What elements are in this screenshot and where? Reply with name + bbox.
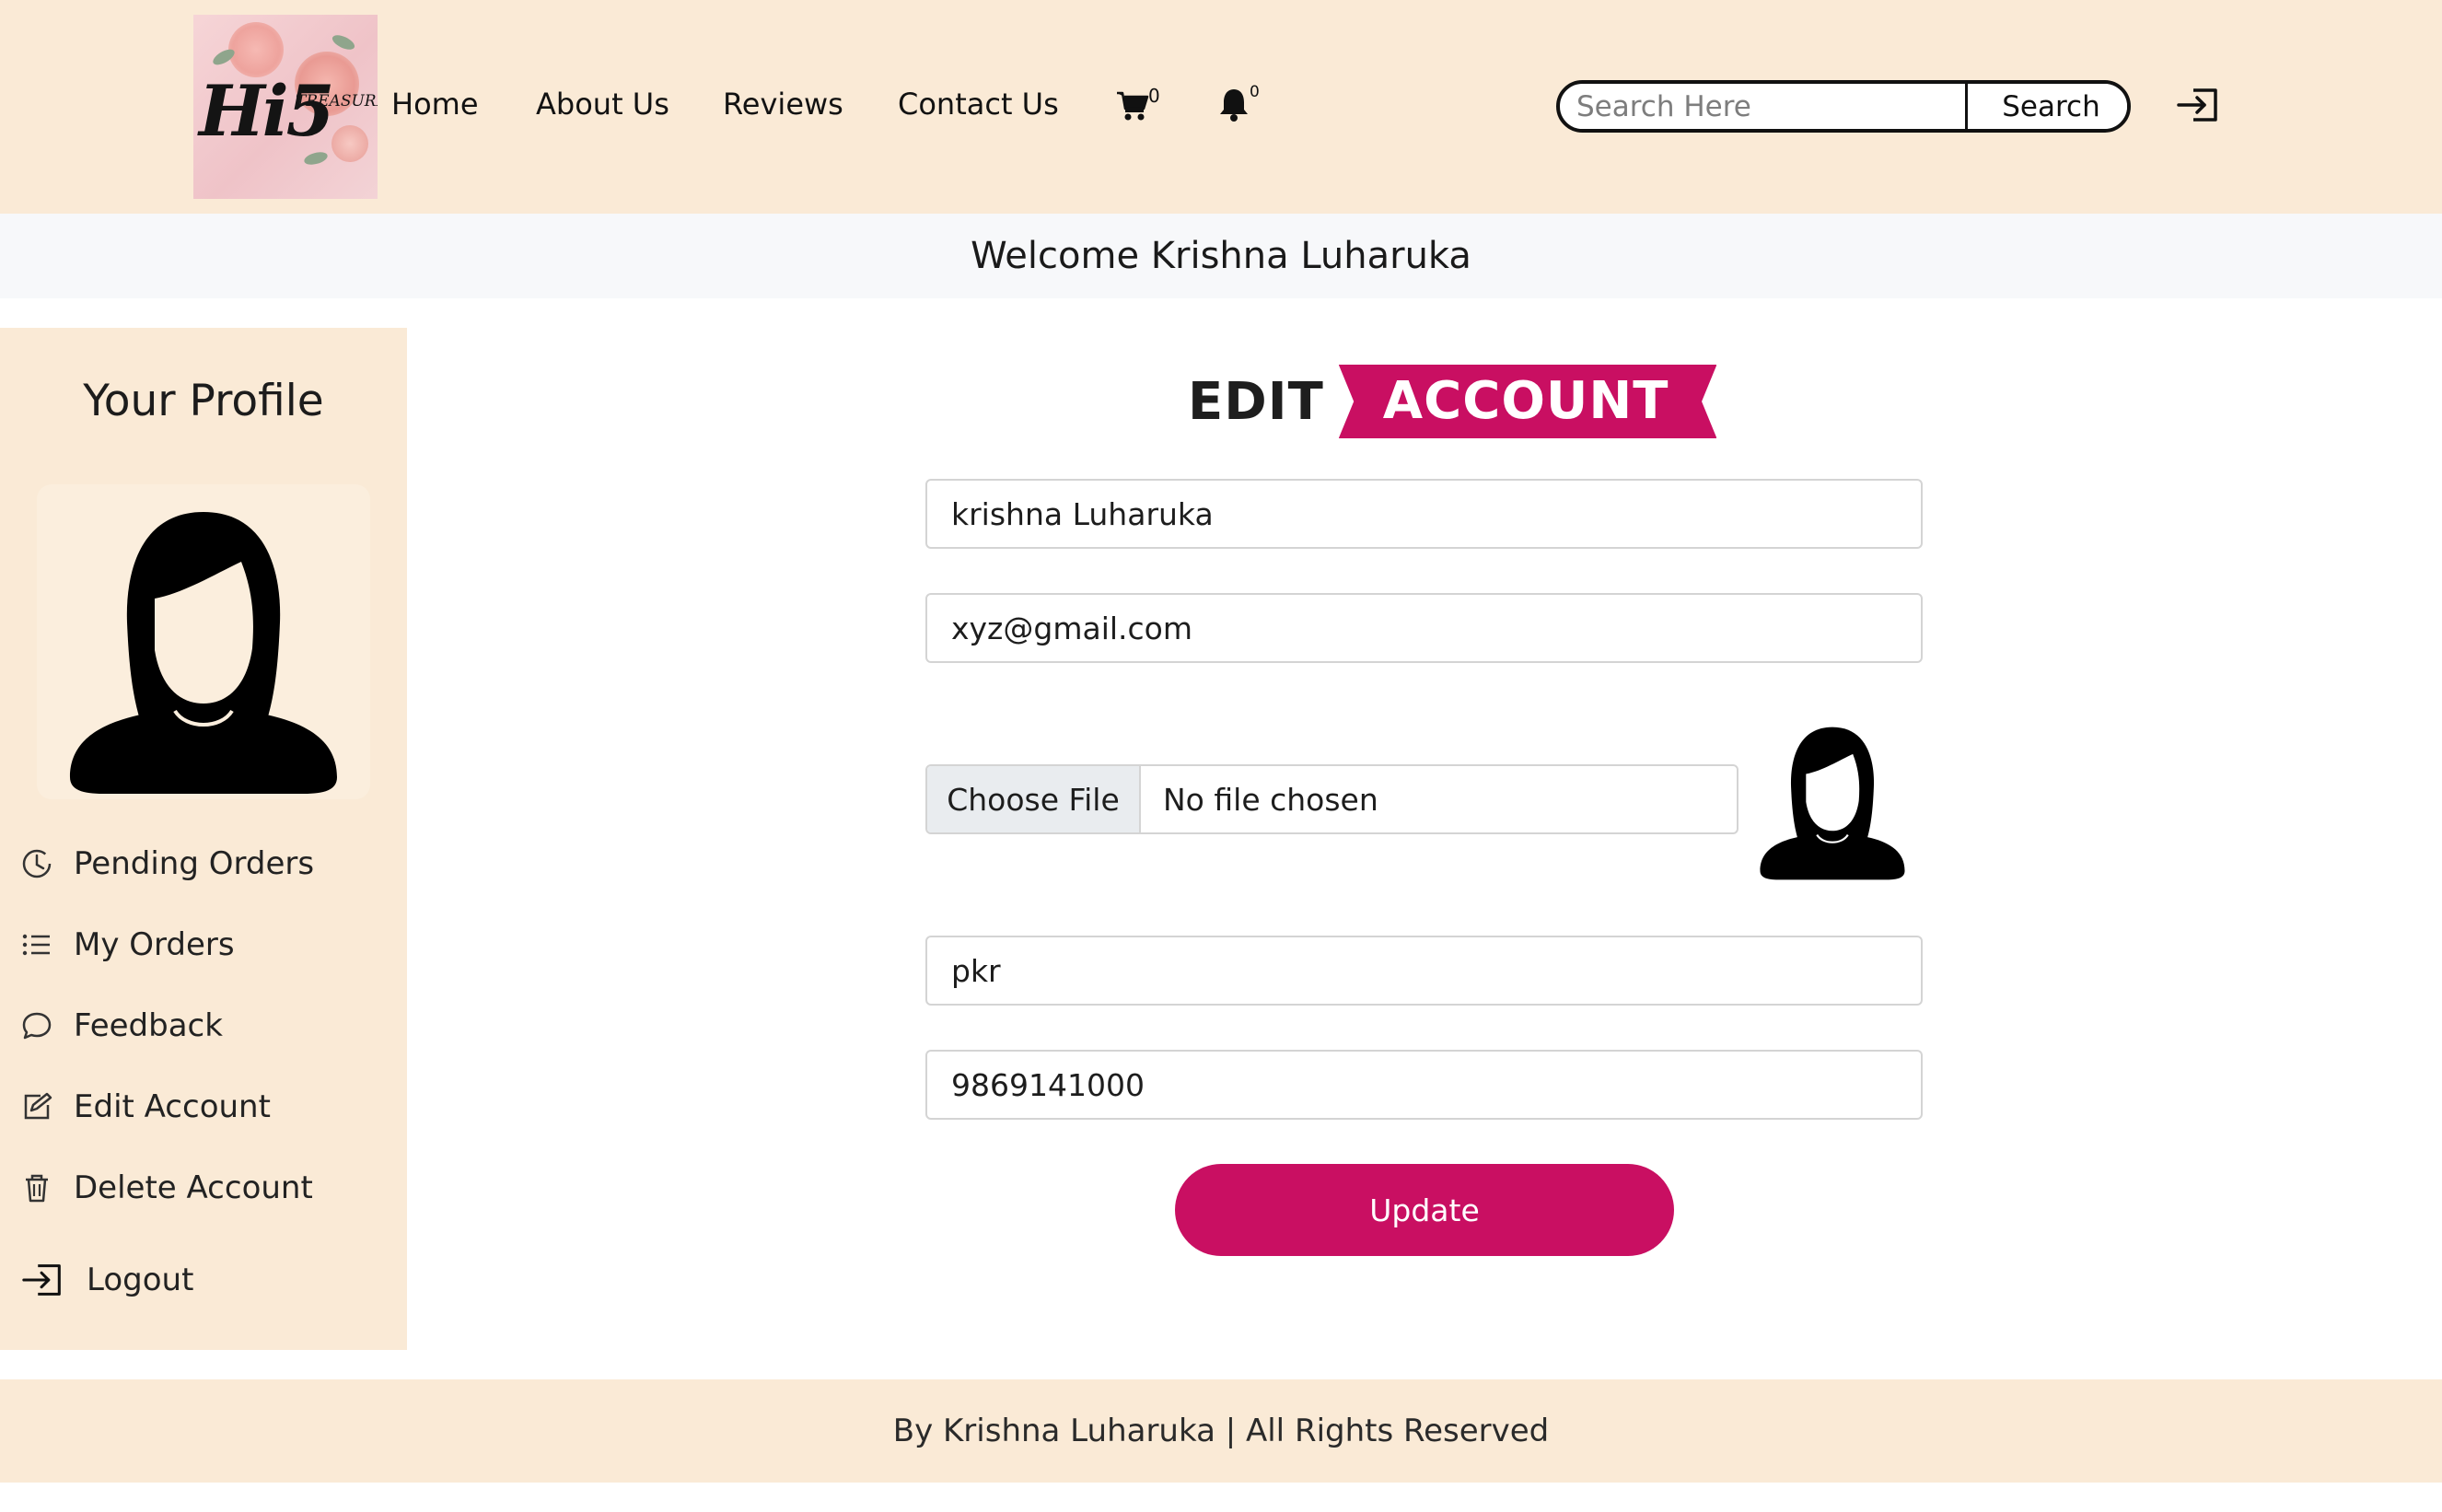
sidebar-item-label: Delete Account	[74, 1169, 313, 1206]
welcome-banner: Welcome Krishna Luharuka	[0, 214, 2442, 298]
sidebar-item-label: Edit Account	[74, 1088, 271, 1125]
brand-logo[interactable]: Hi5 TREASURES	[193, 15, 378, 199]
current-avatar-preview	[1742, 707, 1923, 888]
clock-icon	[20, 847, 53, 880]
sidebar-item-pending-orders[interactable]: Pending Orders	[20, 842, 314, 886]
logo-leaf-decoration	[330, 32, 357, 52]
sidebar-item-delete-account[interactable]: Delete Account	[20, 1166, 313, 1210]
cart-icon[interactable]	[1116, 90, 1149, 122]
profile-avatar	[37, 484, 370, 799]
sidebar-title: Your Profile	[83, 376, 324, 426]
logo-subword: TREASURES	[296, 92, 378, 110]
choose-file-button[interactable]: Choose File	[927, 766, 1141, 832]
page-title: EDIT ACCOUNT	[1188, 365, 1717, 438]
nav-about-link[interactable]: About Us	[536, 87, 669, 122]
search-button[interactable]: Search	[1965, 84, 2127, 129]
page-title-highlight: ACCOUNT	[1338, 365, 1717, 438]
nav-reviews-link[interactable]: Reviews	[723, 87, 843, 122]
user-avatar-icon	[1760, 727, 1905, 880]
name-field[interactable]	[925, 479, 1923, 549]
edit-icon	[20, 1090, 53, 1123]
email-field[interactable]	[925, 593, 1923, 663]
nav-home-link[interactable]: Home	[391, 87, 479, 122]
chat-icon	[20, 1009, 53, 1042]
profile-sidebar: Your Profile Pending Orders My Orders Fe…	[0, 328, 407, 1350]
sidebar-item-label: My Orders	[74, 926, 235, 963]
search-input[interactable]	[1560, 84, 1965, 129]
update-button[interactable]: Update	[1175, 1164, 1674, 1256]
sidebar-item-my-orders[interactable]: My Orders	[20, 923, 235, 967]
search-bar: Search	[1556, 80, 2131, 133]
bell-icon[interactable]	[1217, 87, 1250, 122]
logo-flower-decoration	[331, 125, 368, 162]
sidebar-item-label: Feedback	[74, 1007, 223, 1044]
trash-icon	[20, 1171, 53, 1204]
logo-flower-decoration	[228, 22, 284, 77]
logout-icon	[20, 1260, 66, 1300]
phone-field[interactable]	[925, 1050, 1923, 1120]
list-icon	[20, 928, 53, 961]
site-footer: By Krishna Luharuka | All Rights Reserve…	[0, 1379, 2442, 1483]
sidebar-item-feedback[interactable]: Feedback	[20, 1004, 223, 1048]
sidebar-item-edit-account[interactable]: Edit Account	[20, 1085, 271, 1129]
user-avatar-icon	[70, 512, 337, 794]
logo-leaf-decoration	[302, 149, 330, 168]
logo-wordmark: Hi5	[199, 70, 335, 152]
file-status-text: No file chosen	[1163, 781, 1378, 818]
notification-count-badge: 0	[1250, 83, 1260, 101]
sidebar-item-logout[interactable]: Logout	[20, 1258, 193, 1302]
profile-image-upload[interactable]: Choose File No file chosen	[925, 764, 1738, 834]
nav-contact-link[interactable]: Contact Us	[898, 87, 1059, 122]
site-header: Hi5 TREASURES Home About Us Reviews Cont…	[0, 0, 2442, 214]
address-field[interactable]	[925, 936, 1923, 1006]
page-title-plain: EDIT	[1188, 371, 1324, 432]
cart-count-badge: 0	[1148, 85, 1160, 107]
sidebar-item-label: Logout	[87, 1262, 194, 1298]
login-icon[interactable]	[2175, 85, 2223, 125]
sidebar-item-label: Pending Orders	[74, 845, 315, 882]
